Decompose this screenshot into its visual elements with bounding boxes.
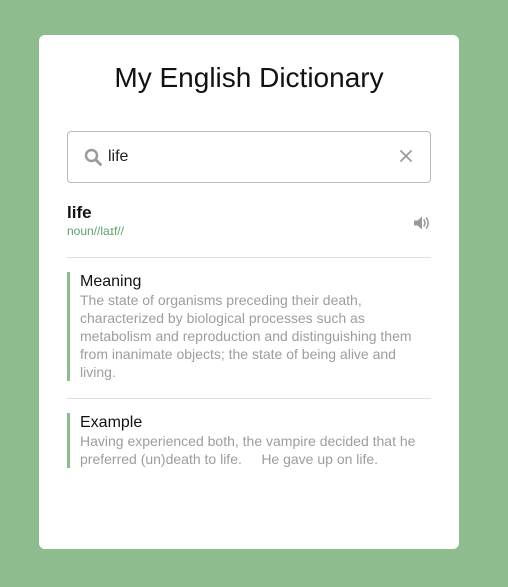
word-title: life <box>67 203 92 222</box>
close-icon[interactable] <box>399 149 413 163</box>
word-header: life noun//laɪf// <box>67 203 431 258</box>
meaning-label: Meaning <box>80 273 142 290</box>
example-label: Example <box>80 414 143 431</box>
phonetic-text: noun//laɪf// <box>67 224 124 238</box>
search-box[interactable] <box>67 131 431 183</box>
meaning-section: Meaning The state of organisms preceding… <box>67 272 431 381</box>
page-title: My English Dictionary <box>114 62 384 93</box>
dictionary-card: My English Dictionary life noun//laɪf// <box>39 35 459 549</box>
divider <box>67 398 431 399</box>
volume-icon[interactable] <box>413 215 431 231</box>
search-input[interactable] <box>108 132 388 182</box>
example-section: Example Having experienced both, the vam… <box>67 413 431 468</box>
example-text: Having experienced both, the vampire dec… <box>80 433 420 467</box>
meaning-text: The state of organisms preceding their d… <box>80 292 412 380</box>
search-icon <box>84 148 102 166</box>
